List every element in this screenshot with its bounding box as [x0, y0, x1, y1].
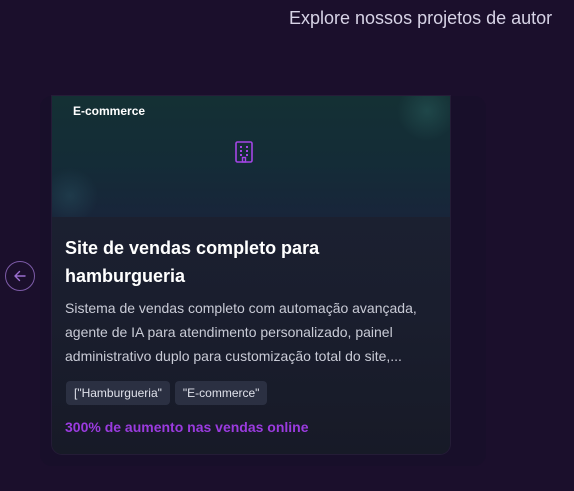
carousel-prev-button[interactable] — [5, 261, 35, 291]
building-icon — [235, 141, 253, 163]
card-media: E-commerce — [52, 96, 450, 217]
section-subtitle: Explore nossos projetos de autor — [289, 8, 553, 28]
tag-badge: ["Hamburgueria" — [66, 381, 170, 405]
card-description: Sistema de vendas completo com automação… — [65, 300, 417, 364]
tag-list: ["Hamburgueria" "E-commerce" — [66, 381, 268, 405]
result-highlight: 300% de aumento nas vendas online — [65, 419, 309, 435]
category-label: E-commerce — [73, 104, 146, 118]
arrow-left-icon — [14, 270, 26, 282]
tag-badge: "E-commerce" — [174, 381, 268, 405]
card-title: Site de vendas completo para hamburgueri… — [65, 238, 320, 286]
project-card[interactable]: E-commerce Site de vendas completo para … — [52, 96, 450, 454]
